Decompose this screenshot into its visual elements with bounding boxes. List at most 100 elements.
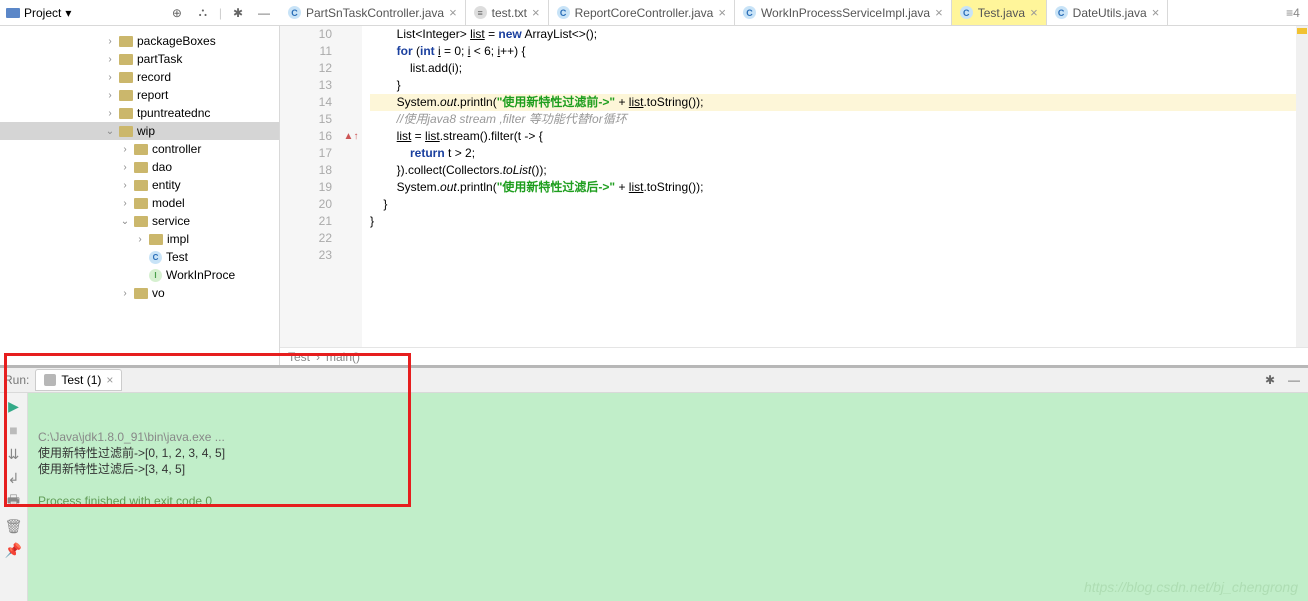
close-icon[interactable]: × xyxy=(1030,5,1038,20)
pin-icon[interactable]: 📌 xyxy=(5,541,23,559)
tree-item[interactable]: CTest xyxy=(0,248,279,266)
chevron-down-icon: ▾ xyxy=(65,6,71,20)
project-sidebar: ›packageBoxes›partTask›record›report›tpu… xyxy=(0,26,280,365)
chevron-icon[interactable]: › xyxy=(105,108,115,119)
run-config-icon xyxy=(44,374,56,386)
tree-label: record xyxy=(137,70,171,84)
topbar-left: Project ▾ ⊕ ⛬ | ✱ — xyxy=(0,3,280,23)
tree-item[interactable]: ›packageBoxes xyxy=(0,32,279,50)
project-label: Project xyxy=(24,6,61,20)
pkg-icon xyxy=(119,72,133,83)
minimize-icon[interactable]: — xyxy=(1284,370,1304,390)
console-output[interactable]: C:\Java\jdk1.8.0_91\bin\java.exe ...使用新特… xyxy=(28,393,1308,601)
tree-item[interactable]: › impl xyxy=(0,230,279,248)
java-file-icon: C xyxy=(557,6,570,19)
close-icon[interactable]: × xyxy=(1152,5,1160,20)
breadcrumb-item[interactable]: Test xyxy=(288,350,310,364)
tab-overflow[interactable]: ≡4 xyxy=(1278,6,1308,20)
tab-label: Test.java xyxy=(978,6,1025,20)
tree-label: report xyxy=(137,88,168,102)
tree-item[interactable]: IWorkInProce xyxy=(0,266,279,284)
pkg-icon xyxy=(119,108,133,119)
chevron-icon[interactable]: › xyxy=(135,234,145,245)
editor-tab[interactable]: CPartSnTaskController.java× xyxy=(280,0,466,25)
java-file-icon: C xyxy=(960,6,973,19)
tree-item[interactable]: › vo xyxy=(0,284,279,302)
run-tab[interactable]: Test (1) × xyxy=(35,369,122,391)
tree-label: model xyxy=(152,196,185,210)
settings-icon[interactable]: ⛬ xyxy=(193,3,213,23)
chevron-icon[interactable]: › xyxy=(120,144,130,155)
pkg-icon xyxy=(134,288,148,299)
chevron-icon[interactable]: ⌄ xyxy=(105,126,115,137)
console-line xyxy=(38,477,1298,493)
close-icon[interactable]: × xyxy=(718,5,726,20)
console-line: 使用新特性过滤前->[0, 1, 2, 3, 4, 5] xyxy=(38,445,1298,461)
console-line: 使用新特性过滤后->[3, 4, 5] xyxy=(38,461,1298,477)
collapse-all-icon[interactable]: ⊕ xyxy=(167,3,187,23)
tree-label: vo xyxy=(152,286,165,300)
chevron-icon[interactable]: › xyxy=(120,198,130,209)
run-label: Run: xyxy=(4,373,29,387)
tree-item[interactable]: ›entity xyxy=(0,176,279,194)
editor-tab[interactable]: ≡ test.txt × xyxy=(466,0,549,25)
editor-tabs: CPartSnTaskController.java×≡test.txt×CRe… xyxy=(280,0,1278,25)
chevron-icon[interactable]: › xyxy=(120,288,130,299)
print-icon[interactable]: 🖶 xyxy=(5,493,23,511)
chevron-icon[interactable]: › xyxy=(105,72,115,83)
line-gutter: 1011121314151617181920212223 xyxy=(280,26,340,347)
chevron-icon[interactable]: ⌄ xyxy=(120,216,130,227)
hide-icon[interactable]: — xyxy=(254,3,274,23)
code-area[interactable]: List<Integer> list = new ArrayList<>(); … xyxy=(362,26,1308,347)
editor-tab[interactable]: C Test.java × xyxy=(952,0,1047,25)
chevron-icon[interactable]: › xyxy=(105,90,115,101)
warning-mark[interactable] xyxy=(1297,28,1307,34)
tree-item[interactable]: › record xyxy=(0,68,279,86)
stop-icon[interactable]: ■ xyxy=(5,421,23,439)
project-selector[interactable]: Project ▾ xyxy=(6,6,71,20)
tree-label: impl xyxy=(167,232,189,246)
run-body: ▶ ■ ⇊ ↲ 🖶 🗑 📌 C:\Java\jdk1.8.0_91\bin\ja… xyxy=(0,393,1308,601)
breadcrumb[interactable]: Test › main() xyxy=(280,347,1308,365)
tree-item[interactable]: › report xyxy=(0,86,279,104)
tab-label: WorkInProcessServiceImpl.java xyxy=(761,6,930,20)
tree-item[interactable]: › model xyxy=(0,194,279,212)
tree-item[interactable]: › partTask xyxy=(0,50,279,68)
trash-icon[interactable]: 🗑 xyxy=(5,517,23,535)
wrap-icon[interactable]: ↲ xyxy=(5,469,23,487)
close-icon[interactable]: × xyxy=(106,373,113,387)
chevron-icon[interactable]: › xyxy=(120,162,130,173)
editor-tab[interactable]: CWorkInProcessServiceImpl.java× xyxy=(735,0,952,25)
code-editor[interactable]: 1011121314151617181920212223 ▲↑ List<Int… xyxy=(280,26,1308,347)
breadcrumb-item[interactable]: main() xyxy=(326,350,360,364)
tree-label: partTask xyxy=(137,52,182,66)
close-icon[interactable]: × xyxy=(449,5,457,20)
tree-item[interactable]: ›controller xyxy=(0,140,279,158)
chevron-icon[interactable]: › xyxy=(105,36,115,47)
pkg-icon xyxy=(134,198,148,209)
text-file-icon: ≡ xyxy=(474,6,487,19)
close-icon[interactable]: × xyxy=(935,5,943,20)
tree-item[interactable]: ⌄wip xyxy=(0,122,279,140)
editor-tab[interactable]: CReportCoreController.java× xyxy=(549,0,735,25)
gear-icon[interactable]: ✱ xyxy=(228,3,248,23)
close-icon[interactable]: × xyxy=(532,5,540,20)
project-tree[interactable]: ›packageBoxes›partTask›record›report›tpu… xyxy=(0,26,279,308)
layout-icon[interactable]: ⇊ xyxy=(5,445,23,463)
tree-item[interactable]: ›tpuntreatednc xyxy=(0,104,279,122)
editor-tab[interactable]: CDateUtils.java× xyxy=(1047,0,1169,25)
pkg-icon xyxy=(134,180,148,191)
tree-item[interactable]: ›dao xyxy=(0,158,279,176)
tab-label: test.txt xyxy=(492,6,527,20)
project-icon xyxy=(6,8,20,18)
chevron-icon[interactable]: › xyxy=(105,54,115,65)
run-tabs-row: Run: Test (1) × ✱ — xyxy=(0,368,1308,393)
error-stripe[interactable] xyxy=(1296,26,1308,347)
tree-label: service xyxy=(152,214,190,228)
chevron-icon[interactable]: › xyxy=(120,180,130,191)
rerun-icon[interactable]: ▶ xyxy=(5,397,23,415)
tree-item[interactable]: ⌄ service xyxy=(0,212,279,230)
editor-wrap: 1011121314151617181920212223 ▲↑ List<Int… xyxy=(280,26,1308,365)
gear-icon[interactable]: ✱ xyxy=(1260,370,1280,390)
class-icon: C xyxy=(149,251,162,264)
